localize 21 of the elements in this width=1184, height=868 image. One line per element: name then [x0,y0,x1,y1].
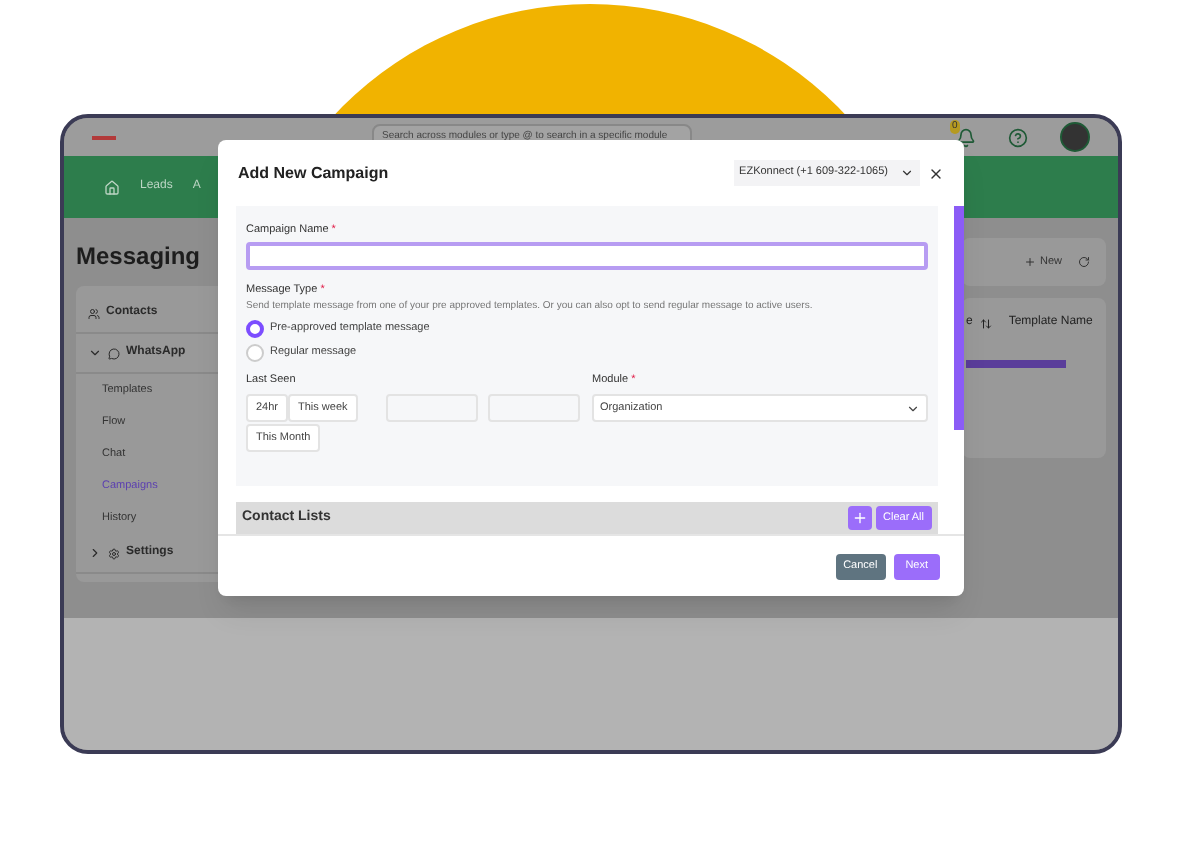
refresh-icon[interactable] [1078,256,1090,268]
campaign-name-field[interactable] [246,242,928,271]
plus-icon [1023,256,1036,268]
chevron-right-icon [88,546,102,560]
sidebar-title: Messaging [76,240,203,274]
avatar[interactable] [1060,122,1090,152]
highlight-bar [966,360,1066,368]
chat-icon [108,347,120,359]
help-icon[interactable] [1008,127,1028,147]
chevron-down-icon [88,346,102,360]
home-icon[interactable] [104,179,120,195]
people-icon [88,307,100,319]
bell-icon[interactable] [956,127,976,147]
sort-icon[interactable] [980,317,993,329]
plus-icon [851,510,868,526]
close-icon[interactable] [928,165,944,181]
chevron-down-icon [906,401,920,416]
modal-title: Add New Campaign [238,161,389,185]
chevron-down-icon [900,166,914,180]
gear-icon [108,547,120,559]
add-button[interactable] [847,506,872,530]
